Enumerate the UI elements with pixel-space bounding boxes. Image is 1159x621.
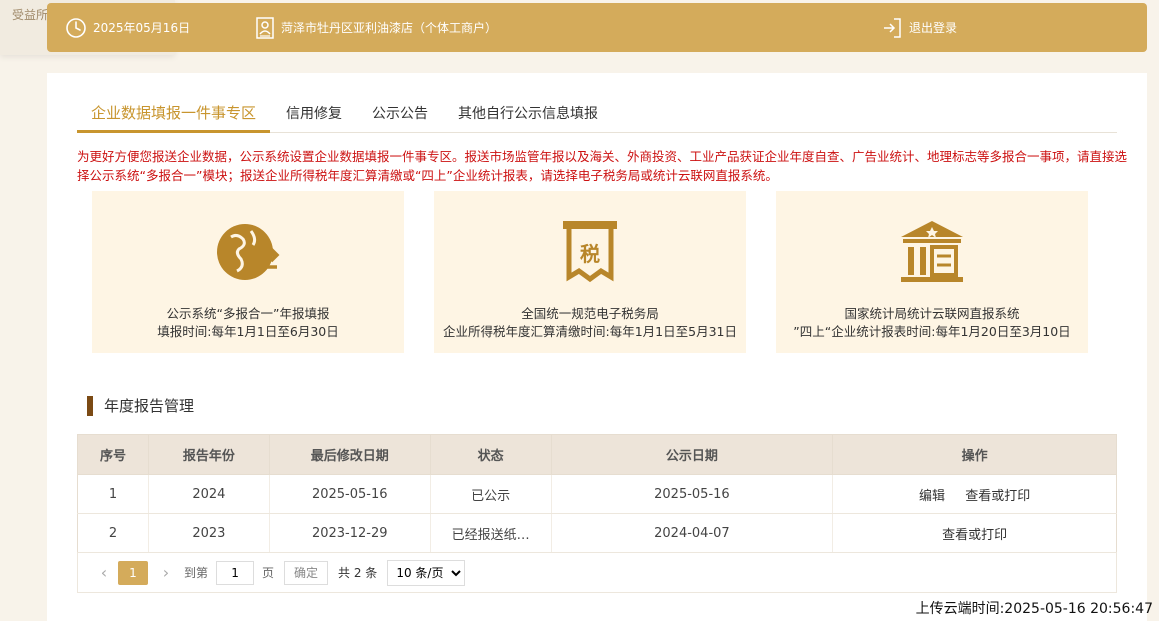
shop-name-display: 菏泽市牡丹区亚利油漆店（个体工商户） xyxy=(255,3,497,52)
main-panel: 企业数据填报一件事专区 信用修复 公示公告 其他自行公示信息填报 为更好方便您报… xyxy=(47,73,1147,621)
tab-other-disclosure[interactable]: 其他自行公示信息填报 xyxy=(458,99,598,132)
prev-page-button[interactable]: ‹ xyxy=(90,563,118,582)
cell-no: 1 xyxy=(77,474,149,514)
annual-report-table: 序号 报告年份 最后修改日期 状态 公示日期 操作 1 2024 2025-05… xyxy=(77,434,1117,553)
table-header-row: 序号 报告年份 最后修改日期 状态 公示日期 操作 xyxy=(77,434,1117,475)
table-row: 2 2023 2023-12-29 已经报送纸… 2024-04-07 查看或打… xyxy=(77,513,1117,553)
cell-actions: 查看或打印 xyxy=(832,513,1117,553)
service-cards: 公示系统“多报合一”年报填报 填报时间:每年1月1日至6月30日 税 全国统一规… xyxy=(92,191,1092,353)
card-title: 公示系统“多报合一”年报填报 xyxy=(166,306,330,321)
pagination: ‹ 1 › 到第 页 确定 共 2 条 10 条/页 xyxy=(77,553,1117,593)
goto-label: 到第 xyxy=(184,566,209,580)
notice-text: 为更好方便您报送企业数据，公示系统设置企业数据填报一件事专区。报送市场监管年报以… xyxy=(77,149,1128,183)
cell-actions: 编辑 查看或打印 xyxy=(832,474,1117,514)
tab-data-filing[interactable]: 企业数据填报一件事专区 xyxy=(77,99,271,133)
clock-icon xyxy=(66,17,86,38)
table-row: 1 2024 2025-05-16 已公示 2025-05-16 编辑 查看或打… xyxy=(77,474,1117,514)
globe-arrows-icon xyxy=(217,224,280,280)
logout-icon xyxy=(884,17,901,38)
svg-text:税: 税 xyxy=(580,242,600,266)
header-modified: 最后修改日期 xyxy=(268,434,431,475)
id-card-icon xyxy=(256,16,274,39)
header-no: 序号 xyxy=(77,434,149,475)
card-title: 全国统一规范电子税务局 xyxy=(521,306,659,321)
tab-bar: 企业数据填报一件事专区 信用修复 公示公告 其他自行公示信息填报 xyxy=(77,99,1117,133)
cell-published: 2025-05-16 xyxy=(550,474,833,514)
page-unit-label: 页 xyxy=(262,566,275,580)
cell-year: 2024 xyxy=(147,474,270,514)
card-subtitle: ”四上“企业统计报表时间:每年1月20日至3月10日 xyxy=(793,324,1071,339)
page-size-select[interactable]: 10 条/页 xyxy=(387,559,466,586)
header-status: 状态 xyxy=(429,434,552,475)
section-title-text: 年度报告管理 xyxy=(104,397,195,415)
section-title: 年度报告管理 xyxy=(87,395,194,416)
date-display: 2025年05月16日 xyxy=(65,3,190,52)
cell-published: 2024-04-07 xyxy=(550,513,833,553)
confirm-button[interactable]: 确定 xyxy=(284,560,329,585)
header-published: 公示日期 xyxy=(550,434,834,475)
cell-modified: 2023-12-29 xyxy=(268,513,431,553)
card-statistics[interactable]: 国家统计局统计云联网直报系统 ”四上“企业统计报表时间:每年1月20日至3月10… xyxy=(776,191,1088,353)
header-year: 报告年份 xyxy=(147,434,270,475)
date-text: 2025年05月16日 xyxy=(93,21,191,35)
card-e-tax[interactable]: 税 全国统一规范电子税务局 企业所得税年度汇算清缴时间:每年1月1日至5月31日 xyxy=(434,191,746,353)
card-title: 国家统计局统计云联网直报系统 xyxy=(844,306,1020,321)
upload-time: 上传云端时间:2025-05-16 20:56:47 xyxy=(915,601,1153,617)
goto-page-input[interactable] xyxy=(216,560,255,585)
view-print-link[interactable]: 查看或打印 xyxy=(965,489,1030,504)
header-actions: 操作 xyxy=(832,434,1117,475)
card-subtitle: 企业所得税年度汇算清缴时间:每年1月1日至5月31日 xyxy=(443,324,737,339)
card-subtitle: 填报时间:每年1月1日至6月30日 xyxy=(157,324,339,339)
tab-credit-repair[interactable]: 信用修复 xyxy=(286,99,342,132)
tax-receipt-icon: 税 xyxy=(563,221,617,283)
current-page-button[interactable]: 1 xyxy=(118,560,148,585)
cell-status: 已经报送纸… xyxy=(429,513,552,553)
edit-link[interactable]: 编辑 xyxy=(919,489,945,504)
next-page-button[interactable]: › xyxy=(152,563,180,582)
government-building-icon xyxy=(901,221,963,282)
card-multi-report[interactable]: 公示系统“多报合一”年报填报 填报时间:每年1月1日至6月30日 xyxy=(92,191,404,353)
cell-status: 已公示 xyxy=(429,474,552,514)
cell-year: 2023 xyxy=(147,513,270,553)
section-marker xyxy=(87,395,93,416)
view-print-link[interactable]: 查看或打印 xyxy=(942,528,1007,543)
total-count: 共 2 条 xyxy=(338,566,378,580)
logout-label: 退出登录 xyxy=(909,21,958,35)
cell-no: 2 xyxy=(77,513,149,553)
tab-announcements[interactable]: 公示公告 xyxy=(372,99,428,132)
top-bar: 2025年05月16日 菏泽市牡丹区亚利油漆店（个体工商户） 退出登录 xyxy=(47,3,1147,52)
cell-modified: 2025-05-16 xyxy=(268,474,431,514)
logout-button[interactable]: 退出登录 xyxy=(881,3,957,52)
shop-name-text: 菏泽市牡丹区亚利油漆店（个体工商户） xyxy=(281,21,498,35)
